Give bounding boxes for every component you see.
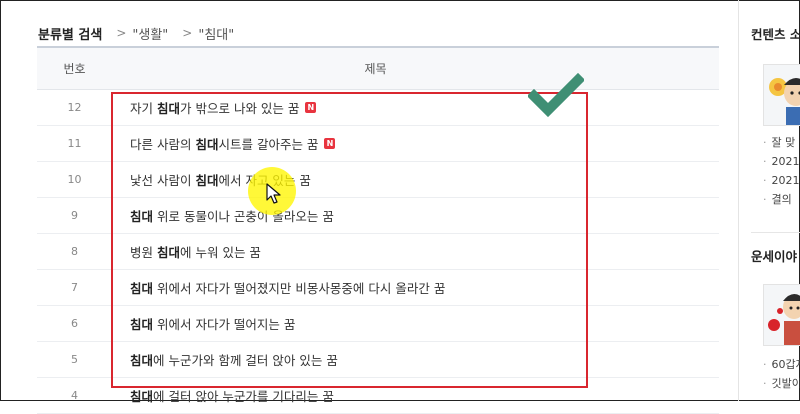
row-title-link[interactable]: 다른 사람의 침대 시트를 갈아주는 꿈 N [112,134,719,153]
breadcrumb-category[interactable]: "생활" [132,24,168,43]
title-text: 가 밖으로 나와 있는 꿈 [180,101,300,116]
title-text: 위에서 자다가 떨어졌지만 비몽사몽중에 다시 올라간 꿈 [153,281,446,296]
checkmark-icon [528,72,584,118]
list-item[interactable]: 결의 [763,190,800,209]
list-item[interactable]: 2021년 [763,171,800,190]
title-text: 에 걸터 앉아 누군가를 기다리는 꿈 [153,389,334,404]
row-number: 12 [67,101,82,114]
title-text: 위에서 자다가 떨어지는 꿈 [153,317,296,332]
table-row: 6 침대 위에서 자다가 떨어지는 꿈 [37,306,719,342]
row-title-link[interactable]: 침대 위에서 자다가 떨어졌지만 비몽사몽중에 다시 올라간 꿈 [112,278,719,297]
sidebar-list: 60갑자 깃발이 [763,355,800,393]
title-text: 시트를 갈아주는 꿈 [218,137,319,152]
row-number: 9 [71,209,78,222]
table-row: 4 침대 에 걸터 앉아 누군가를 기다리는 꿈 [37,378,719,414]
new-badge-icon: N [324,138,336,149]
title-keyword: 침대 [130,281,154,296]
title-keyword: 침대 [195,173,219,188]
sidebar: 컨텐츠 소 잘 맞 2021년 2021년 결의 운세이야 60갑자 [739,0,800,401]
table-row: 9 침대 위로 동물이나 곤충이 올라오는 꿈 [37,198,719,234]
row-title-link[interactable]: 침대 에 걸터 앉아 누군가를 기다리는 꿈 [112,386,719,405]
breadcrumb-separator: > [182,26,193,40]
title-keyword: 침대 [130,317,154,332]
title-keyword: 침대 [195,137,219,152]
new-badge-icon: N [305,102,317,113]
row-number: 6 [71,317,78,330]
title-keyword: 침대 [130,209,154,224]
row-number: 8 [71,245,78,258]
table-row: 12 자기 침대 가 밖으로 나와 있는 꿈 N [37,90,719,126]
title-text: 다른 사람의 [130,137,196,152]
table-row: 11 다른 사람의 침대 시트를 갈아주는 꿈 N [37,126,719,162]
sidebar-list: 잘 맞 2021년 2021년 결의 [763,133,800,209]
title-text: 에 누워 있는 꿈 [180,245,261,260]
character-illustration[interactable] [763,64,800,126]
title-text: 에 누군가와 함께 걸터 앉아 있는 꿈 [153,353,338,368]
mouse-pointer-icon [266,183,281,204]
column-header-title: 제목 [364,62,387,76]
title-keyword: 침대 [130,353,154,368]
row-title-link[interactable]: 침대 위에서 자다가 떨어지는 꿈 [112,314,719,333]
row-title-link[interactable]: 침대 위로 동물이나 곤충이 올라오는 꿈 [112,206,719,225]
results-table: 번호 제목 12 자기 침대 가 밖으로 나와 있는 꿈 N 11 다른 사람의 침대 시트… [37,48,719,414]
table-row: 7 침대 위에서 자다가 떨어졌지만 비몽사몽중에 다시 올라간 꿈 [37,270,719,306]
row-number: 10 [67,173,82,186]
sidebar-section-title: 운세이야 [751,249,798,264]
sidebar-section-divider [751,232,800,233]
title-text: 병원 [130,245,157,260]
list-item[interactable]: 잘 맞 [763,133,800,152]
row-number: 5 [71,353,78,366]
list-item[interactable]: 2021년 [763,152,800,171]
character-illustration[interactable] [763,284,800,346]
row-title-link[interactable]: 침대 에 누군가와 함께 걸터 앉아 있는 꿈 [112,350,719,369]
table-row: 8 병원 침대 에 누워 있는 꿈 [37,234,719,270]
breadcrumb-separator: > [116,26,127,40]
page-title: 분류별 검색 [38,27,103,43]
table-header: 번호 제목 [37,48,719,90]
title-text: 자기 [130,101,157,116]
title-keyword: 침대 [156,101,180,116]
column-header-number: 번호 [63,62,86,76]
sidebar-section-title: 컨텐츠 소 [751,27,800,42]
row-number: 11 [67,137,82,150]
table-row: 10 낯선 사람이 침대에서 자고 있는 꿈 [37,162,719,198]
breadcrumb: 분류별 검색 > "생활" > "침대" [38,22,234,44]
row-number: 4 [71,389,78,402]
title-text: 위로 동물이나 곤충이 올라오는 꿈 [153,209,334,224]
table-row: 5 침대 에 누군가와 함께 걸터 앉아 있는 꿈 [37,342,719,378]
row-title-link[interactable]: 자기 침대 가 밖으로 나와 있는 꿈 N [112,98,719,117]
title-keyword: 침대 [130,389,154,404]
row-number: 7 [71,281,78,294]
list-item[interactable]: 60갑자 [763,355,800,374]
title-text: 낯선 사람이 [130,173,196,188]
list-item[interactable]: 깃발이 [763,374,800,393]
title-keyword: 침대 [156,245,180,260]
row-title-link[interactable]: 낯선 사람이 침대에서 자고 있는 꿈 [112,170,719,189]
row-title-link[interactable]: 병원 침대 에 누워 있는 꿈 [112,242,719,261]
breadcrumb-keyword[interactable]: "침대" [198,24,234,43]
